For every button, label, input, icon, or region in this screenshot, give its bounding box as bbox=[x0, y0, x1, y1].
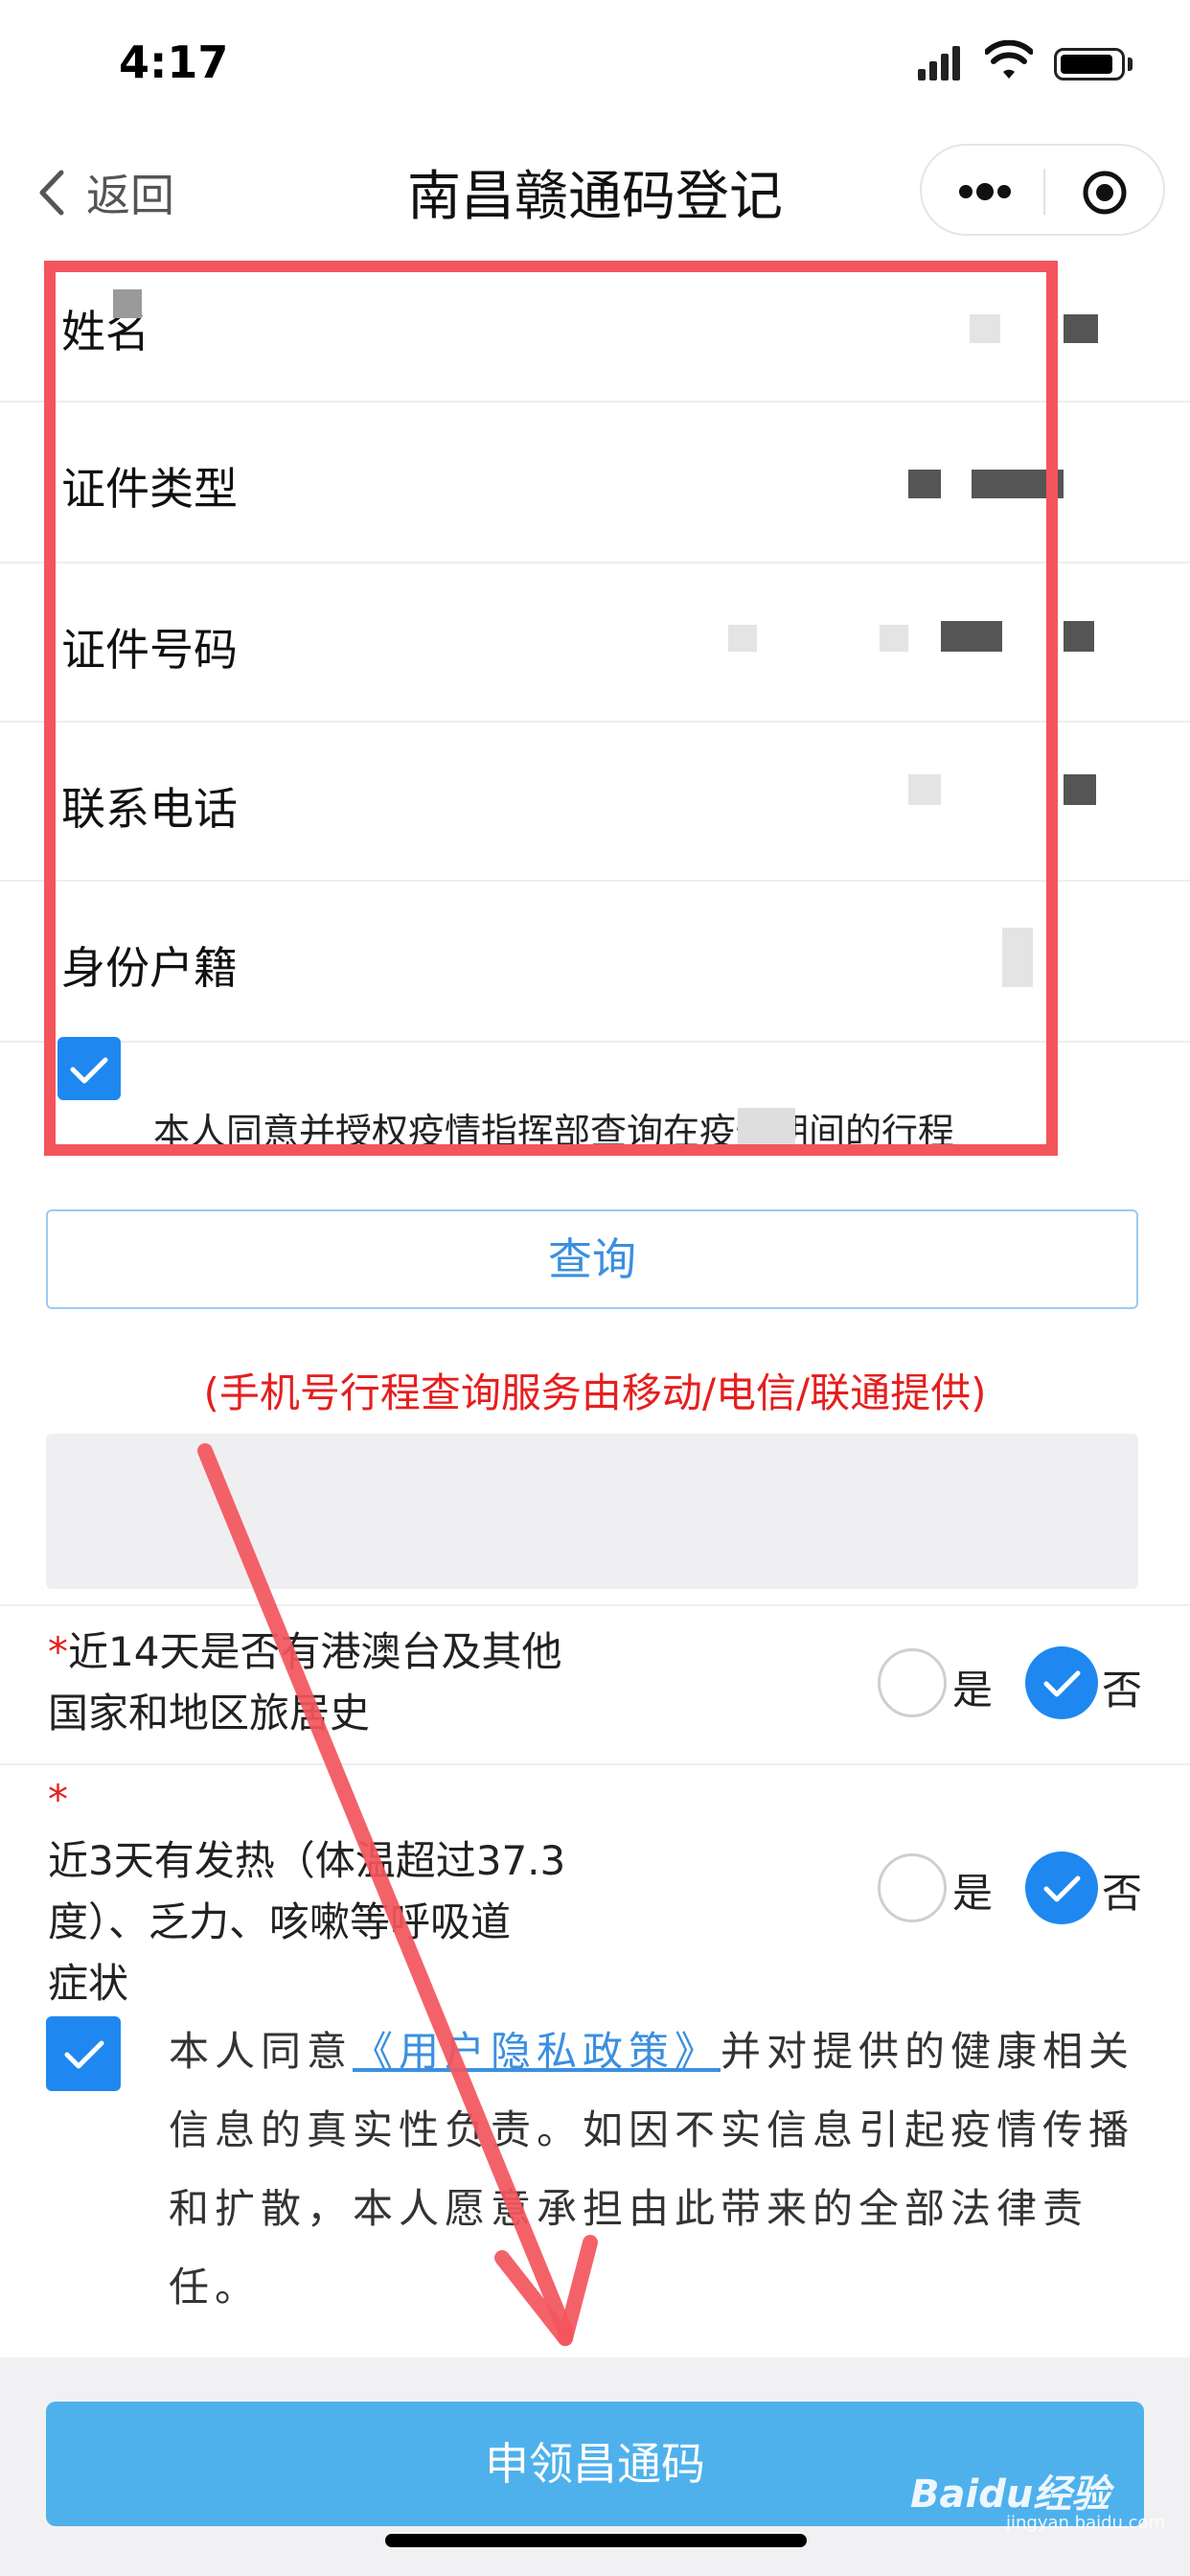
question-text: 近3天有发热（体温超过37.3 bbox=[48, 1837, 566, 1884]
option-yes-label: 是 bbox=[952, 1870, 994, 1917]
provider-note: (手机号行程查询服务由移动/电信/联通提供) bbox=[203, 1369, 987, 1416]
radio-no-selected[interactable] bbox=[1025, 1646, 1098, 1719]
watermark-brand: Baidu经验 bbox=[910, 2472, 1110, 2517]
radio-yes[interactable] bbox=[878, 1648, 947, 1717]
query-result-area bbox=[46, 1434, 1138, 1589]
battery-icon bbox=[1054, 48, 1125, 80]
mini-program-capsule bbox=[920, 144, 1165, 236]
radio-no-selected[interactable] bbox=[1025, 1852, 1098, 1924]
question-text: 症状 bbox=[48, 1960, 129, 2007]
question-text: 近14天是否有港澳台及其他 bbox=[68, 1628, 562, 1675]
divider bbox=[0, 1604, 1190, 1606]
watermark-sub: jingyan.baidu.com bbox=[1006, 2513, 1166, 2533]
required-mark: * bbox=[48, 1628, 68, 1675]
required-mark: * bbox=[48, 1776, 68, 1823]
check-icon bbox=[1043, 1670, 1081, 1697]
option-no-label: 否 bbox=[1102, 1667, 1143, 1714]
agreement-checkbox[interactable] bbox=[46, 2016, 121, 2091]
check-icon bbox=[64, 2040, 104, 2069]
radio-yes[interactable] bbox=[878, 1853, 947, 1922]
more-options-icon[interactable] bbox=[956, 178, 1014, 205]
wifi-icon bbox=[985, 40, 1033, 79]
question-text: 度）、乏力、咳嗽等呼吸道 bbox=[48, 1898, 512, 1945]
option-no-label: 否 bbox=[1102, 1870, 1143, 1917]
query-button[interactable]: 查询 bbox=[46, 1209, 1138, 1309]
redacted-value bbox=[1064, 774, 1096, 805]
redacted-value bbox=[1064, 314, 1098, 343]
status-time: 4:17 bbox=[119, 36, 229, 88]
redacted-value bbox=[1064, 621, 1094, 652]
option-yes-label: 是 bbox=[952, 1667, 994, 1714]
question-symptoms: * 近3天有发热（体温超过37.3 度）、乏力、咳嗽等呼吸道 症状 bbox=[48, 1769, 565, 2014]
question-travel-history: *近14天是否有港澳台及其他 国家和地区旅居史 bbox=[48, 1622, 561, 1744]
divider bbox=[0, 1763, 1190, 1765]
cellular-signal-icon bbox=[918, 46, 960, 80]
battery-tip bbox=[1128, 58, 1133, 71]
home-indicator bbox=[385, 2534, 807, 2547]
annotation-highlight-box bbox=[44, 261, 1058, 1156]
agreement-text: 本人同意《用户隐私政策》并对提供的健康相关信息的真实性负责。如因不实信息引起疫情… bbox=[169, 2012, 1146, 2327]
check-icon bbox=[1043, 1875, 1081, 1902]
close-target-icon[interactable] bbox=[1081, 169, 1129, 217]
privacy-policy-link[interactable]: 《用户隐私政策》 bbox=[353, 2028, 721, 2075]
agreement-prefix: 本人同意 bbox=[169, 2028, 354, 2075]
capsule-divider bbox=[1043, 169, 1045, 215]
baidu-watermark: Baidu经验 jingyan.baidu.com bbox=[910, 2453, 1165, 2540]
question-text: 国家和地区旅居史 bbox=[48, 1690, 371, 1736]
